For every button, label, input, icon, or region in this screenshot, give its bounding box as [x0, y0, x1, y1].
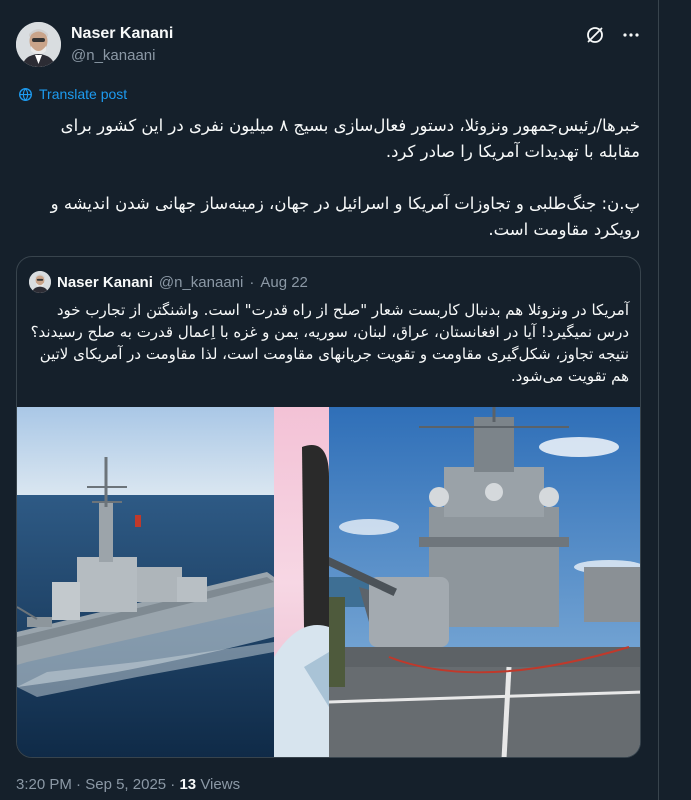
post-time[interactable]: 3:20 PM [16, 776, 72, 793]
author-names: Naser Kanani @n_kanaani [71, 24, 173, 66]
right-column-divider [658, 0, 691, 800]
author-handle[interactable]: @n_kanaani [71, 46, 173, 66]
views-count: 13 [179, 776, 197, 793]
warship-photo-sea[interactable] [17, 407, 274, 757]
quoted-media [17, 407, 640, 757]
slash-circle-icon[interactable] [584, 24, 606, 46]
author-avatar[interactable] [16, 22, 61, 67]
portrait-photo-strip[interactable] [274, 407, 329, 757]
footer-dot-2: · [170, 776, 176, 793]
footer-dot-1: · [76, 776, 82, 793]
quoted-post-header: Naser Kanani @n_kanaani · Aug 22 [29, 271, 308, 293]
quoted-separator: · [249, 273, 255, 291]
post-paragraph-1: خبرها/رئیس‌جمهور ونزوئلا، دستور فعال‌ساز… [60, 116, 640, 161]
globe-icon [19, 87, 32, 101]
quoted-post[interactable]: Naser Kanani @n_kanaani · Aug 22 آمریکا … [16, 256, 641, 758]
quoted-date: Aug 22 [260, 273, 308, 291]
views-label: Views [200, 776, 241, 793]
post-text: خبرها/رئیس‌جمهور ونزوئلا، دستور فعال‌ساز… [16, 113, 640, 243]
translate-post-link[interactable]: Translate post [18, 86, 127, 102]
author-display-name[interactable]: Naser Kanani [71, 24, 173, 44]
quoted-author-handle: @n_kanaani [158, 273, 244, 291]
quoted-author-name: Naser Kanani [57, 273, 153, 291]
post-header: Naser Kanani @n_kanaani [16, 22, 642, 70]
post-date[interactable]: Sep 5, 2025 [85, 776, 166, 793]
header-actions [584, 24, 642, 46]
post-paragraph-2: پ.ن: جنگ‌طلبی و تجاوزات آمریکا و اسرائیل… [50, 194, 640, 239]
post-footer: 3:20 PM · Sep 5, 2025 · 13 Views [16, 776, 240, 793]
translate-post-label: Translate post [39, 86, 128, 102]
post-container: Naser Kanani @n_kanaani Translate post خ… [0, 0, 658, 800]
warship-photo-deck[interactable] [329, 407, 640, 757]
more-dots-icon[interactable] [620, 24, 642, 46]
quoted-author-avatar [29, 271, 51, 293]
quoted-post-text: آمریکا در ونزوئلا هم بدنبال کاربست شعار … [30, 301, 629, 385]
